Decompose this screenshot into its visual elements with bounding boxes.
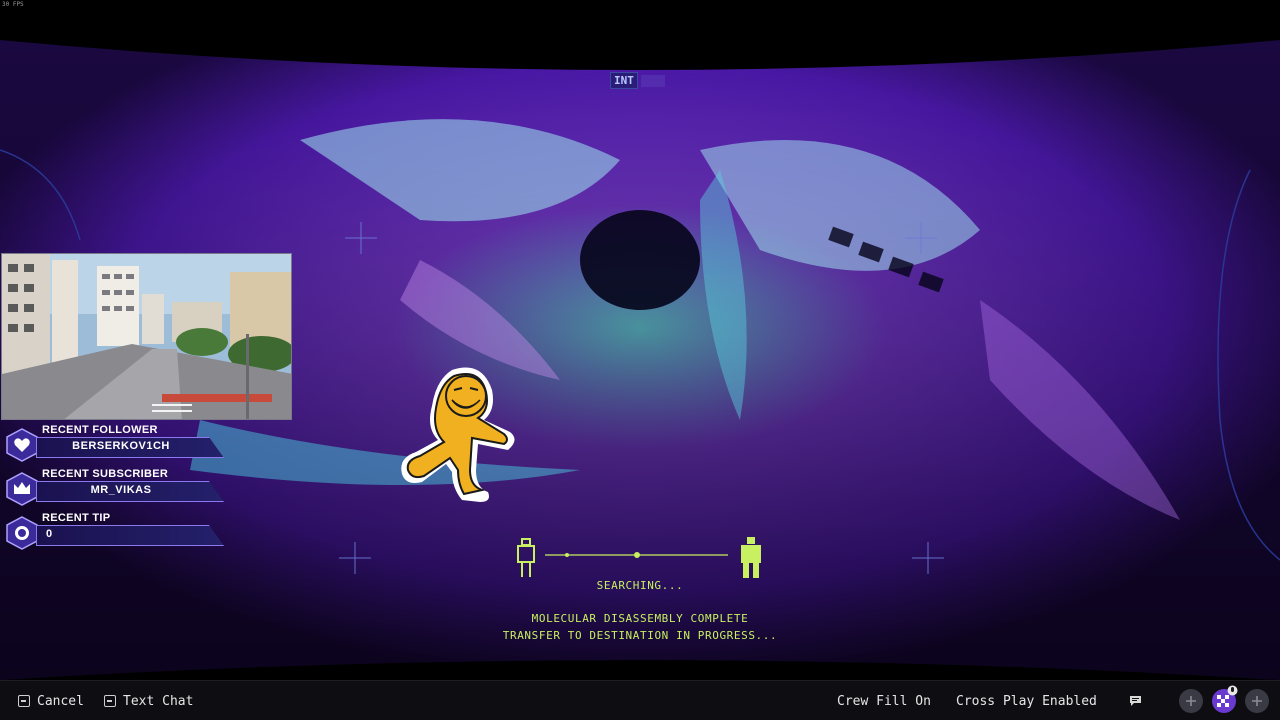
game-viewport: 30 FPS INT RECENT FOLLOWER BERSERKOV1CH … xyxy=(0,0,1280,720)
party-slot-button[interactable] xyxy=(1245,689,1269,713)
int-label: INT xyxy=(610,72,638,89)
int-meter xyxy=(640,74,665,87)
webcam-feed xyxy=(1,253,292,420)
text-chat-label: Text Chat xyxy=(123,693,194,709)
party-slot-button[interactable] xyxy=(1179,689,1203,713)
bottom-bar: Cancel Text Chat Crew Fill On Cross Play… xyxy=(0,680,1280,720)
coin-icon xyxy=(6,516,38,550)
cancel-button[interactable]: Cancel xyxy=(18,681,84,720)
plus-icon xyxy=(1186,696,1196,706)
esc-key-icon xyxy=(18,695,30,707)
cancel-label: Cancel xyxy=(37,693,84,709)
player-avatar[interactable] xyxy=(1212,685,1238,713)
microphone-icon xyxy=(1227,685,1238,696)
text-chat-button[interactable]: Text Chat xyxy=(104,681,193,720)
alert-value: 0 xyxy=(46,528,53,540)
alert-title: RECENT FOLLOWER xyxy=(42,424,158,436)
transfer-message-line1: MOLECULAR DISASSEMBLY COMPLETE xyxy=(531,612,749,625)
transfer-message-line2: TRANSFER TO DESTINATION IN PROGRESS... xyxy=(502,629,778,642)
destination-figure-icon xyxy=(741,537,761,578)
source-figure-icon xyxy=(517,538,535,577)
crown-icon xyxy=(6,472,38,506)
cross-play-status: Cross Play Enabled xyxy=(956,681,1097,720)
heart-icon xyxy=(6,428,38,462)
alert-title: RECENT SUBSCRIBER xyxy=(42,468,169,480)
fps-counter: 30 FPS xyxy=(2,1,24,8)
chat-icon[interactable] xyxy=(1129,695,1142,707)
transfer-progress xyxy=(517,537,761,578)
mascot-sticker xyxy=(401,367,515,502)
crew-fill-status: Crew Fill On xyxy=(837,681,931,720)
transfer-status: SEARCHING... xyxy=(596,579,684,592)
recent-follower-alert: RECENT FOLLOWER BERSERKOV1CH xyxy=(6,422,236,466)
recent-tip-alert: RECENT TIP 0 xyxy=(6,510,236,554)
int-indicator: INT xyxy=(610,72,665,89)
alert-title: RECENT TIP xyxy=(42,512,111,524)
alert-value: MR_VIKAS xyxy=(90,484,152,496)
enter-key-icon xyxy=(104,695,116,707)
stream-alerts: RECENT FOLLOWER BERSERKOV1CH RECENT SUBS… xyxy=(6,422,236,554)
cross-play-label: Cross Play Enabled xyxy=(956,693,1097,709)
plus-icon xyxy=(1252,696,1262,706)
alert-value: BERSERKOV1CH xyxy=(72,440,170,452)
street-scene-image xyxy=(2,254,291,419)
recent-subscriber-alert: RECENT SUBSCRIBER MR_VIKAS xyxy=(6,466,236,510)
crew-fill-label: Crew Fill On xyxy=(837,693,931,709)
